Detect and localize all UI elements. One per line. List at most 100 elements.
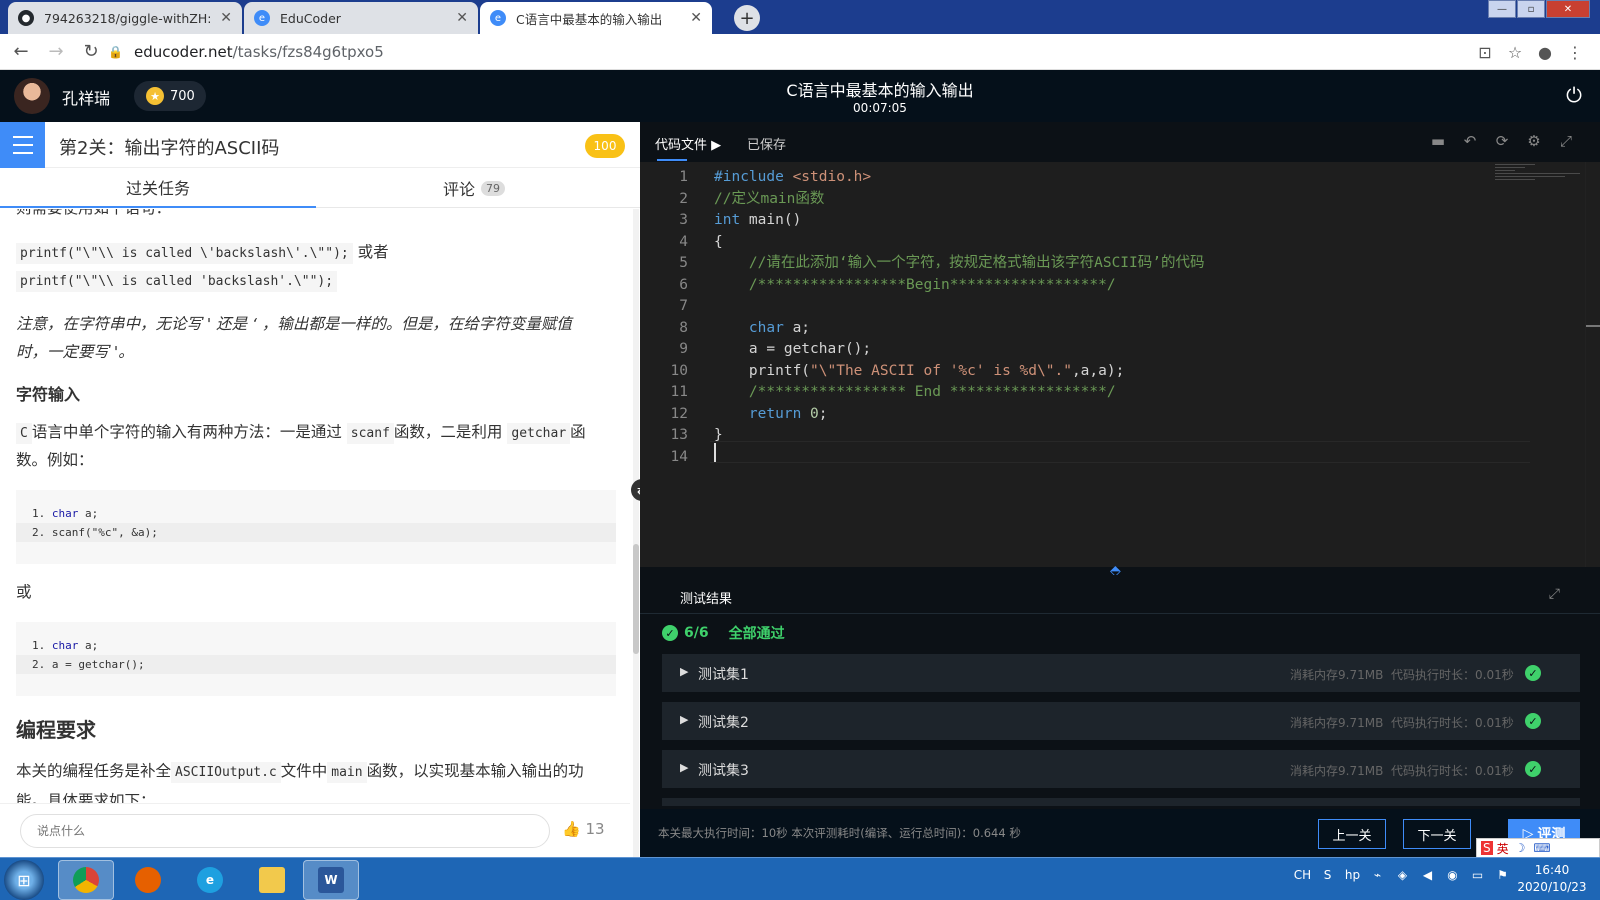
menu-icon[interactable]: [0, 122, 45, 168]
line-number: 1: [679, 169, 688, 185]
ime-toolbar[interactable]: S 英 ☽ ⌨: [1476, 838, 1600, 858]
line-number: 12: [670, 405, 688, 422]
inline-code: getchar: [507, 423, 571, 444]
power-icon[interactable]: ⏻: [1566, 83, 1582, 107]
line-number: 6: [679, 276, 688, 293]
taskbar-word[interactable]: W: [303, 860, 359, 900]
code-line: 2. scanf("%c", &a);: [16, 523, 616, 542]
start-button-icon[interactable]: ⊞: [4, 860, 44, 900]
test-set-row[interactable]: ▶ 测试集1 消耗内存9.71MB 代码执行时长：0.01秒 ✓: [662, 654, 1580, 692]
tab-code-file[interactable]: 代码文件 ▶: [655, 134, 721, 153]
moon-icon: ☽: [1514, 841, 1526, 855]
firefox-icon: [135, 867, 161, 893]
volume-icon[interactable]: ◀: [1415, 868, 1440, 882]
tab-title: EduCoder: [280, 10, 341, 26]
monitor-icon[interactable]: ▭: [1465, 868, 1490, 882]
expand-icon[interactable]: ⤢: [1549, 586, 1560, 602]
taskbar-explorer[interactable]: [244, 860, 300, 900]
taskbar-ie[interactable]: e: [182, 860, 238, 900]
minimize-icon[interactable]: —: [1488, 0, 1516, 18]
next-stage-button[interactable]: 下一关: [1403, 819, 1471, 849]
inline-code: C: [16, 423, 32, 444]
code-text: printf("\"The ASCII of '%c' is %d\".",a,…: [714, 362, 1125, 379]
new-tab-button[interactable]: +: [734, 5, 760, 31]
like-button[interactable]: 👍 13: [562, 820, 605, 838]
test-set-name: 测试集1: [698, 667, 749, 683]
app-header: 孔祥瑞 ★ 700 C语言中最基本的输入输出 00:07:05 ⏻: [0, 70, 1600, 122]
lock-icon: 🔒: [108, 45, 123, 59]
translate-icon[interactable]: ⊡: [1470, 38, 1500, 66]
test-set-row[interactable]: ▶ 测试集3 消耗内存9.71MB 代码执行时长：0.01秒 ✓: [662, 750, 1580, 788]
prev-stage-button[interactable]: 上一关: [1318, 819, 1386, 849]
text: 函数，二是利用: [393, 423, 503, 441]
coin-icon: ★: [146, 87, 164, 105]
reset-icon[interactable]: ⟳: [1486, 132, 1518, 150]
editor-results-splitter[interactable]: ⬘: [640, 563, 1600, 579]
undo-icon[interactable]: ↶: [1454, 132, 1486, 150]
profile-icon[interactable]: ●: [1530, 38, 1560, 66]
close-icon[interactable]: ✕: [220, 10, 232, 26]
expand-triangle-icon: ▶: [680, 713, 689, 726]
window-close-icon[interactable]: ✕: [1546, 0, 1590, 18]
check-circle-icon: ✓: [1525, 665, 1541, 681]
language-indicator[interactable]: CH: [1290, 868, 1315, 882]
inline-code: main: [327, 762, 367, 783]
code-text: /***************** End *****************…: [748, 384, 1116, 400]
code-minimap[interactable]: [1495, 162, 1585, 192]
browser-tab-github[interactable]: ● 794263218/giggle-withZH: C ✕: [8, 2, 242, 34]
internet-explorer-icon: e: [197, 867, 223, 893]
close-icon[interactable]: ✕: [690, 10, 702, 26]
editor-toolbar: ▬ ↶ ⟳ ⚙ ⤢: [1422, 132, 1582, 150]
hp-icon[interactable]: hp: [1340, 868, 1365, 882]
reload-icon[interactable]: ↻: [77, 38, 105, 66]
back-icon[interactable]: ←: [7, 38, 35, 66]
test-set-name: 测试集2: [698, 715, 749, 731]
maximize-icon[interactable]: ▫: [1517, 0, 1545, 18]
system-tray: CH S hp ⌁ ◈ ◀ ◉ ▭ ⚑: [1290, 868, 1515, 882]
code-editor[interactable]: 1 #include <stdio.h> 2 //定义main函数 3 int main(…: [640, 162, 1600, 567]
forward-icon[interactable]: →: [42, 38, 70, 66]
taskbar-chrome[interactable]: [58, 860, 114, 900]
tab-title: C语言中最基本的输入输出: [516, 11, 663, 27]
tab-comments[interactable]: 评论 79: [316, 168, 632, 208]
code-text: }: [714, 427, 723, 443]
word-icon: W: [318, 867, 344, 893]
network-icon[interactable]: ⌁: [1365, 868, 1390, 882]
memory-usage: 消耗内存9.71MB: [1290, 668, 1384, 682]
test-set-row[interactable]: ▶ 测试集2 消耗内存9.71MB 代码执行时长：0.01秒 ✓: [662, 702, 1580, 740]
chrome-icon: [73, 867, 99, 893]
app-tray-icon[interactable]: ◉: [1440, 868, 1465, 882]
code-text: char a;: [748, 319, 811, 336]
tab-comments-label: 评论: [442, 180, 475, 199]
exec-duration: 代码执行时长：0.01秒: [1391, 716, 1514, 730]
more-menu-icon[interactable]: ⋮: [1560, 38, 1590, 66]
sogou-tray-icon[interactable]: S: [1315, 868, 1340, 882]
saved-status: 已保存: [747, 138, 787, 153]
browser-tab-task[interactable]: e C语言中最基本的输入输出 ✕: [480, 2, 712, 34]
settings-gear-icon[interactable]: ⚙: [1518, 132, 1550, 150]
taskbar-firefox[interactable]: [120, 860, 176, 900]
system-clock[interactable]: 16:40 2020/10/23: [1508, 862, 1596, 896]
browser-tab-educoder[interactable]: e EduCoder ✕: [244, 2, 478, 34]
paragraph-continued: 数。例如：: [16, 451, 94, 469]
exec-duration: 代码执行时长：0.01秒: [1391, 764, 1514, 778]
content-scrollbar[interactable]: [633, 209, 639, 899]
tab-task-label: 过关任务: [125, 179, 190, 198]
code-panel: 代码文件 ▶ 已保存 ▬ ↶ ⟳ ⚙ ⤢ 1 #include <stdio.h>…: [640, 122, 1600, 857]
editor-scrollbar[interactable]: [1585, 162, 1600, 567]
code-line: 2. a = getchar();: [16, 655, 616, 674]
close-icon[interactable]: ✕: [456, 10, 468, 26]
fullscreen-icon[interactable]: ⤢: [1550, 132, 1582, 150]
url-field[interactable]: 🔒 educoder.net /tasks/fzs84g6tpxo5: [108, 38, 1573, 66]
shield-icon[interactable]: ◈: [1390, 868, 1415, 882]
code-block-scanf: 1. char a; 2. scanf("%c", &a);: [16, 490, 616, 564]
inline-code: printf("\"\\ is called 'backslash'.\"");: [16, 271, 338, 292]
avatar[interactable]: [14, 78, 50, 114]
tab-task[interactable]: 过关任务: [0, 168, 316, 208]
folder-icon[interactable]: ▬: [1422, 132, 1454, 150]
test-set-name: 测试集3: [698, 763, 749, 779]
code-text: //请在此添加‘输入一个字符，按规定格式输出该字符ASCII码’的代码: [748, 255, 1205, 271]
comment-input[interactable]: [20, 814, 550, 848]
execution-info: 本关最大执行时间：10秒 本次评测耗时(编译、运行总时间)：0.644 秒: [658, 826, 1021, 840]
bookmark-star-icon[interactable]: ☆: [1500, 38, 1530, 66]
